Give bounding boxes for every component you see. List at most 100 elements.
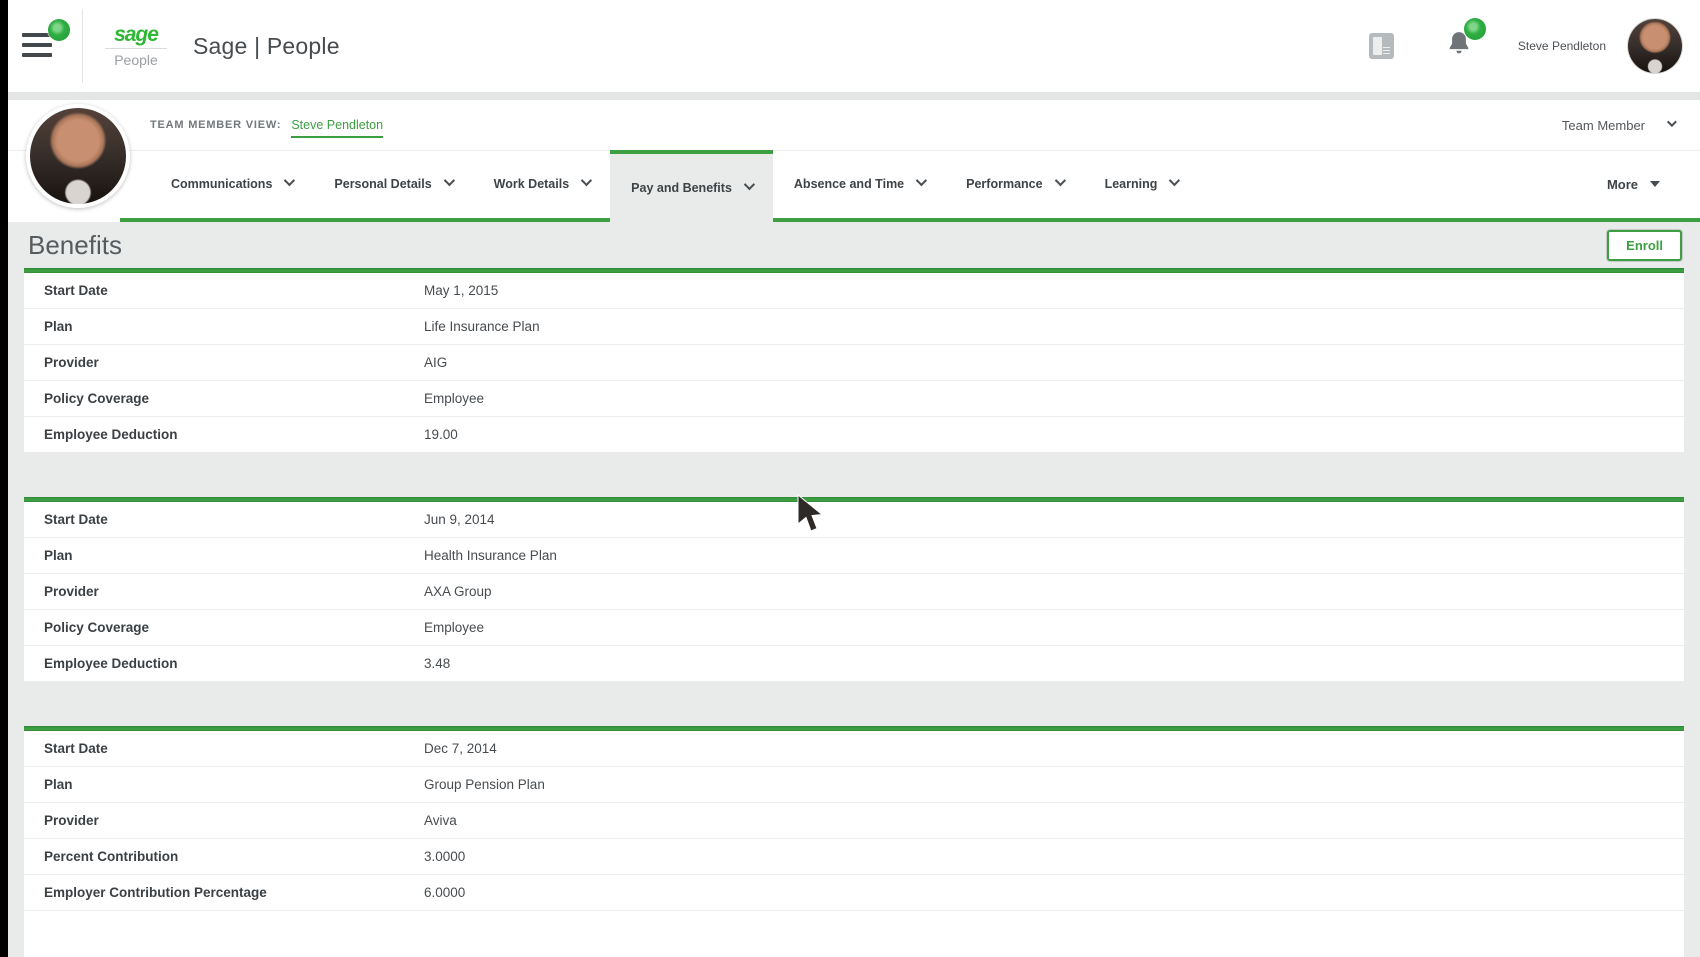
field-value: Jun 9, 2014 — [424, 512, 495, 527]
field-row: PlanGroup Pension Plan — [24, 767, 1684, 803]
tab-absence-and-time[interactable]: Absence and Time — [773, 150, 945, 218]
tab-work-details[interactable]: Work Details — [473, 150, 611, 218]
tab-label: Personal Details — [334, 177, 431, 191]
chevron-down-icon — [1667, 117, 1677, 127]
field-row: Employer Contribution Percentage6.0000 — [24, 875, 1684, 911]
benefit-card: Start DateDec 7, 2014PlanGroup Pension P… — [24, 726, 1684, 957]
logo-brand-text: sage — [105, 24, 167, 46]
field-label: Plan — [24, 777, 424, 792]
tabs-row: Communications Personal Details Work Detai… — [8, 150, 1700, 222]
field-label: Employee Deduction — [24, 656, 424, 671]
field-row: Policy CoverageEmployee — [24, 381, 1684, 417]
field-label: Policy Coverage — [24, 391, 424, 406]
chevron-down-icon — [916, 175, 927, 186]
tab-label: Pay and Benefits — [631, 181, 732, 195]
field-row: Percent Contribution3.0000 — [24, 839, 1684, 875]
header-gap — [8, 92, 1700, 100]
benefit-card: Start DateJun 9, 2014PlanHealth Insuranc… — [24, 497, 1684, 682]
member-view-row: TEAM MEMBER VIEW: Steve Pendleton Team M… — [8, 100, 1700, 150]
tab-label: Absence and Time — [794, 177, 904, 191]
member-avatar[interactable] — [26, 104, 130, 208]
field-row: Start DateMay 1, 2015 — [24, 273, 1684, 309]
field-row: PlanHealth Insurance Plan — [24, 538, 1684, 574]
field-label: Percent Contribution — [24, 849, 424, 864]
field-label: Plan — [24, 548, 424, 563]
chevron-down-icon — [443, 175, 454, 186]
app-title: Sage | People — [193, 33, 340, 60]
user-avatar[interactable] — [1628, 19, 1682, 73]
notifications-button[interactable] — [1446, 30, 1472, 63]
role-selector-label: Team Member — [1562, 118, 1645, 133]
header-divider — [82, 9, 83, 83]
field-value: 6.0000 — [424, 885, 465, 900]
tab-label: Communications — [171, 177, 272, 191]
chevron-down-icon — [744, 179, 755, 190]
tab-more[interactable]: More — [1607, 150, 1700, 218]
benefit-card: Start DateMay 1, 2015PlanLife Insurance … — [24, 268, 1684, 453]
page-title: Benefits — [24, 230, 122, 261]
sage-people-logo[interactable]: sage People — [105, 24, 167, 68]
tab-list: Communications Personal Details Work Detai… — [150, 150, 1198, 222]
team-member-view-label: TEAM MEMBER VIEW: — [150, 119, 281, 131]
field-row: Start DateDec 7, 2014 — [24, 731, 1684, 767]
hamburger-menu-icon[interactable] — [22, 31, 64, 61]
team-member-bar: TEAM MEMBER VIEW: Steve Pendleton Team M… — [8, 100, 1700, 222]
chevron-down-icon — [1169, 175, 1180, 186]
field-value: AXA Group — [424, 584, 492, 599]
field-label: Plan — [24, 319, 424, 334]
header-user-name[interactable]: Steve Pendleton — [1518, 39, 1606, 53]
calendar-icon[interactable] — [1369, 33, 1394, 59]
tab-label: Performance — [966, 177, 1042, 191]
field-row: PlanLife Insurance Plan — [24, 309, 1684, 345]
tab-pay-and-benefits[interactable]: Pay and Benefits — [610, 150, 773, 222]
field-value: May 1, 2015 — [424, 283, 498, 298]
chevron-down-icon — [284, 175, 295, 186]
top-header: sage People Sage | People Steve Pendleto… — [8, 0, 1700, 92]
tab-label: Work Details — [494, 177, 570, 191]
chevron-down-icon — [581, 175, 592, 186]
field-row: Employee Deduction19.00 — [24, 417, 1684, 453]
field-label: Start Date — [24, 512, 424, 527]
header-right-cluster: Steve Pendleton — [1369, 19, 1682, 73]
letterbox-strip — [0, 0, 8, 957]
tabs-accent-line — [120, 218, 1700, 222]
field-label: Start Date — [24, 283, 424, 298]
field-row: ProviderAXA Group — [24, 574, 1684, 610]
logo-sub-text: People — [105, 48, 167, 68]
more-tab-label: More — [1607, 177, 1638, 192]
field-label: Provider — [24, 813, 424, 828]
field-row: Employee Deduction3.48 — [24, 646, 1684, 682]
tab-label: Learning — [1105, 177, 1158, 191]
menu-notification-badge — [48, 19, 70, 41]
enroll-button[interactable]: Enroll — [1607, 230, 1682, 261]
triangle-down-icon — [1650, 181, 1660, 187]
tab-communications[interactable]: Communications — [150, 150, 313, 218]
tab-performance[interactable]: Performance — [945, 150, 1083, 218]
field-value: Aviva — [424, 813, 457, 828]
benefits-page: Benefits Enroll Start DateMay 1, 2015Pla… — [8, 222, 1700, 957]
field-row: ProviderAviva — [24, 803, 1684, 839]
sage-people-app: sage People Sage | People Steve Pendleto… — [8, 0, 1700, 957]
card-filler — [24, 911, 1684, 957]
team-member-name-link[interactable]: Steve Pendleton — [291, 118, 383, 138]
field-value: 3.48 — [424, 656, 450, 671]
field-row: Policy CoverageEmployee — [24, 610, 1684, 646]
bell-notification-badge — [1464, 18, 1486, 40]
field-value: Dec 7, 2014 — [424, 741, 497, 756]
field-label: Employee Deduction — [24, 427, 424, 442]
chevron-down-icon — [1054, 175, 1065, 186]
field-label: Provider — [24, 584, 424, 599]
tab-learning[interactable]: Learning — [1084, 150, 1199, 218]
field-label: Employer Contribution Percentage — [24, 885, 424, 900]
field-label: Start Date — [24, 741, 424, 756]
tab-personal-details[interactable]: Personal Details — [313, 150, 472, 218]
role-selector-dropdown[interactable]: Team Member — [1562, 118, 1674, 133]
page-title-row: Benefits Enroll — [24, 222, 1684, 268]
field-value: Employee — [424, 391, 484, 406]
field-row: ProviderAIG — [24, 345, 1684, 381]
field-value: Employee — [424, 620, 484, 635]
field-label: Policy Coverage — [24, 620, 424, 635]
field-row: Start DateJun 9, 2014 — [24, 502, 1684, 538]
field-value: Health Insurance Plan — [424, 548, 557, 563]
field-value: 3.0000 — [424, 849, 465, 864]
